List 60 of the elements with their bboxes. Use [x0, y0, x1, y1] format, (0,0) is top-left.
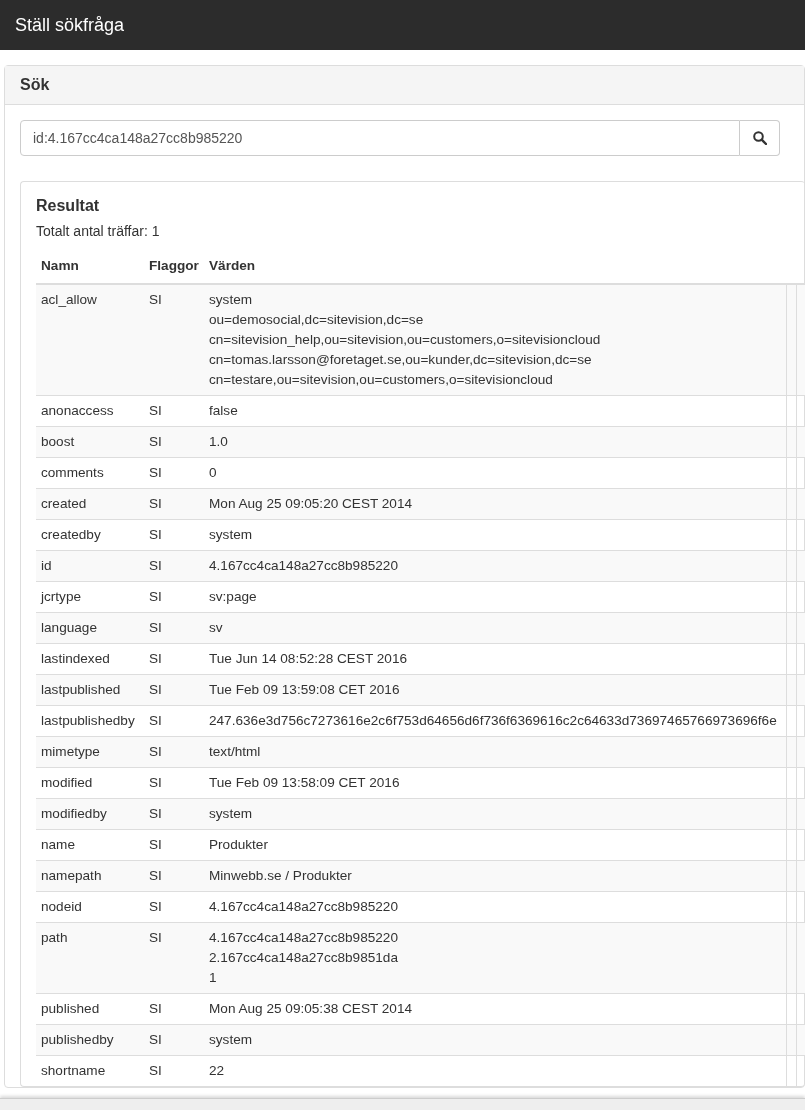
- value-text: Tue Feb 09 13:58:09 CET 2016: [209, 774, 401, 792]
- window-title: Ställ sökfråga: [15, 14, 125, 36]
- table-cell: path: [36, 922, 144, 994]
- value-text: 4.167cc4ca148a27cc8b985220: [209, 929, 399, 947]
- table-cell: boost: [36, 426, 144, 458]
- table-cell: SI: [144, 736, 204, 768]
- value-text: Minwebb.se / Produkter: [209, 867, 353, 885]
- table-cell: publishedby: [36, 1024, 144, 1056]
- table-cell: acl_allow: [36, 284, 144, 396]
- table-cell: SI: [144, 488, 204, 520]
- table-cell: SI: [144, 284, 204, 396]
- search-button[interactable]: [740, 120, 780, 156]
- value-text: 247.636e3d756c7273616e2c6f753d64656d6f736f6369616c2c64633d73697465766973696f6e: [209, 712, 778, 730]
- table-cell: modifiedby: [36, 798, 144, 830]
- value-text: 22: [209, 1062, 226, 1080]
- value-text: 1.0: [209, 433, 229, 451]
- table-cell: shortname: [36, 1055, 144, 1086]
- value-text: 4.167cc4ca148a27cc8b985220: [209, 557, 399, 575]
- table-cell: SI: [144, 860, 204, 892]
- value-text: Mon Aug 25 09:05:38 CEST 2014: [209, 1000, 414, 1018]
- table-cell: SI: [144, 922, 204, 994]
- search-icon: [752, 131, 767, 145]
- value-text: Produkter: [209, 836, 269, 854]
- value-text: system: [209, 291, 254, 309]
- value-text: sv:page: [209, 588, 258, 606]
- scrollbar[interactable]: [0, 1098, 805, 1110]
- value-text: false: [209, 402, 239, 420]
- table-cell: namepath: [36, 860, 144, 892]
- table-cell: SI: [144, 612, 204, 644]
- total-hits: Totalt antal träffar: 1: [36, 223, 161, 239]
- value-text: 1: [209, 969, 218, 987]
- table-cell: SI: [144, 1055, 204, 1086]
- table-cell: id: [36, 550, 144, 582]
- table-cell: lastpublished: [36, 674, 144, 706]
- value-text: 4.167cc4ca148a27cc8b985220: [209, 898, 399, 916]
- value-text: 2.167cc4ca148a27cc8b9851da: [209, 949, 399, 967]
- value-text: system: [209, 1031, 254, 1049]
- search-field[interactable]: id:4.167cc4ca148a27cc8b985220: [20, 120, 740, 156]
- value-text: ou=demosocial,dc=sitevision,dc=se: [209, 311, 425, 329]
- table-cell: SI: [144, 674, 204, 706]
- value-text: system: [209, 526, 254, 544]
- table-cell: SI: [144, 1024, 204, 1056]
- table-cell: SI: [144, 426, 204, 458]
- value-text: Mon Aug 25 09:05:20 CEST 2014: [209, 495, 414, 513]
- table-cell: language: [36, 612, 144, 644]
- value-text: sv: [209, 619, 224, 637]
- value-text: cn=testare,ou=sitevision,ou=customers,o=sitevisioncloud: [209, 371, 554, 389]
- value-text: cn=tomas.larsson@foretaget.se,ou=kunder,dc=sitevision,dc=se: [209, 351, 593, 369]
- table-cell: mimetype: [36, 736, 144, 768]
- value-text: Tue Jun 14 08:52:28 CEST 2016: [209, 650, 408, 668]
- results-title: Resultat: [36, 197, 101, 215]
- value-text: text/html: [209, 743, 262, 761]
- value-text: system: [209, 805, 254, 823]
- table-cell: SI: [144, 550, 204, 582]
- table-cell: SI: [144, 798, 204, 830]
- value-text: cn=sitevision_help,ou=sitevision,ou=customers,o=sitevisioncloud: [209, 331, 602, 349]
- value-text: Tue Feb 09 13:59:08 CET 2016: [209, 681, 401, 699]
- table-cell: created: [36, 488, 144, 520]
- panel-title: Sök: [5, 66, 804, 105]
- value-text: 0: [209, 464, 218, 482]
